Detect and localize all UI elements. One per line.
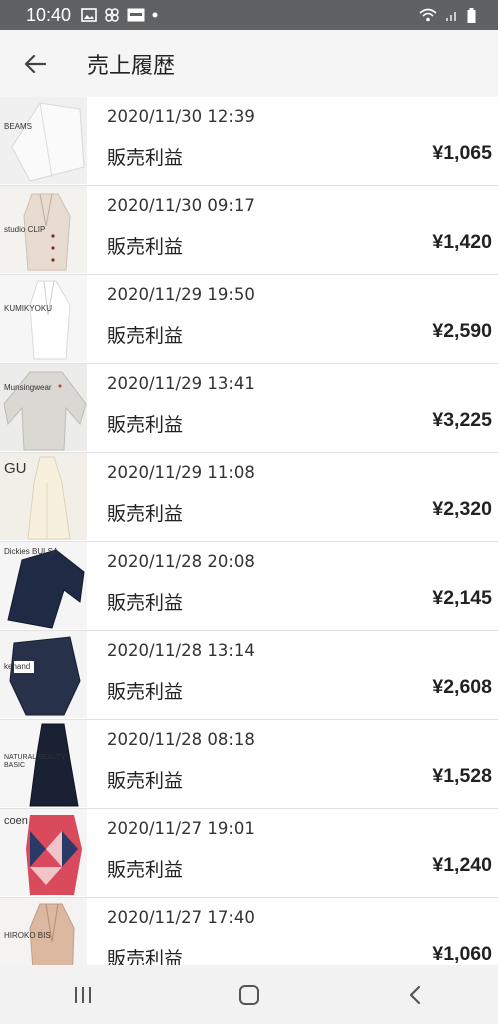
sale-label: 販売利益 (107, 948, 184, 965)
sale-price: ¥2,608 (432, 676, 492, 698)
list-item[interactable]: NATURAL BEAUTY BASIC 2020/11/28 08:18 販売… (0, 720, 498, 809)
wifi-icon (419, 8, 437, 22)
brand-tag: Dickies BULSA (4, 547, 59, 556)
sale-label: 販売利益 (107, 325, 184, 347)
sale-date: 2020/11/30 09:17 (107, 196, 255, 215)
list-item[interactable]: coen 2020/11/27 19:01 販売利益 ¥1,240 (0, 809, 498, 898)
item-thumbnail: KUMIKYOKU (0, 275, 87, 362)
brand-tag: kehand (4, 662, 31, 671)
sale-label: 販売利益 (107, 681, 184, 703)
sale-label: 販売利益 (107, 236, 184, 258)
sale-date: 2020/11/28 08:18 (107, 730, 255, 749)
item-thumbnail: GU (0, 453, 87, 540)
garment-image (0, 364, 87, 451)
recents-button[interactable] (53, 975, 113, 1015)
brand-tag: studio CLIP (4, 225, 46, 234)
sale-price: ¥1,420 (432, 231, 492, 253)
garment-image (0, 97, 87, 184)
brand-tag: HIROKO BIS (4, 931, 51, 940)
notification-icons (81, 7, 158, 23)
nav-back-button[interactable] (385, 975, 445, 1015)
item-thumbnail: HIROKO BIS (0, 898, 87, 965)
sale-price: ¥1,060 (432, 943, 492, 965)
brand-tag: KUMIKYOKU (4, 304, 53, 313)
sale-label: 販売利益 (107, 503, 184, 525)
app-badge-icon (127, 8, 145, 22)
sale-price: ¥2,145 (432, 587, 492, 609)
sale-price: ¥1,240 (432, 854, 492, 876)
sale-price: ¥2,320 (432, 498, 492, 520)
home-button[interactable] (219, 975, 279, 1015)
brand-tag: coen (4, 815, 28, 827)
home-icon (239, 984, 259, 1005)
sale-price: ¥2,590 (432, 320, 492, 342)
sale-price: ¥3,225 (432, 409, 492, 431)
recents-icon (75, 986, 91, 1003)
signal-icon (446, 12, 456, 21)
list-item[interactable]: KUMIKYOKU 2020/11/29 19:50 販売利益 ¥2,590 (0, 275, 498, 364)
sale-date: 2020/11/28 20:08 (107, 552, 255, 571)
sale-date: 2020/11/30 12:39 (107, 107, 255, 126)
brand-tag: NATURAL BEAUTY BASIC (4, 754, 66, 769)
dot-icon (152, 12, 158, 18)
arrow-left-icon (24, 54, 46, 73)
list-item[interactable]: Dickies BULSA 2020/11/28 20:08 販売利益 ¥2,1… (0, 542, 498, 631)
sale-date: 2020/11/28 13:14 (107, 641, 255, 660)
status-bar: 10:40 (0, 0, 498, 30)
sale-date: 2020/11/29 19:50 (107, 285, 255, 304)
system-nav-bar (0, 965, 498, 1024)
image-icon (81, 8, 97, 22)
sale-label: 販売利益 (107, 414, 184, 436)
brand-tag: GU (4, 460, 27, 477)
sale-label: 販売利益 (107, 859, 184, 881)
sale-price: ¥1,528 (432, 765, 492, 787)
item-thumbnail: Dickies BULSA (0, 542, 87, 629)
page-title: 売上履歴 (87, 53, 176, 79)
list-item[interactable]: kehand 2020/11/28 13:14 販売利益 ¥2,608 (0, 631, 498, 720)
sale-price: ¥1,065 (432, 142, 492, 164)
item-thumbnail: studio CLIP (0, 186, 87, 273)
sale-date: 2020/11/27 19:01 (107, 819, 255, 838)
back-icon (409, 985, 421, 1004)
list-item[interactable]: BEAMS 2020/11/30 12:39 販売利益 ¥1,065 (0, 97, 498, 186)
list-item[interactable]: GU 2020/11/29 11:08 販売利益 ¥2,320 (0, 453, 498, 542)
item-thumbnail: kehand (0, 631, 87, 718)
sale-date: 2020/11/29 11:08 (107, 463, 255, 482)
list-item[interactable]: studio CLIP 2020/11/30 09:17 販売利益 ¥1,420 (0, 186, 498, 275)
sale-label: 販売利益 (107, 770, 184, 792)
item-thumbnail: Munsingwear (0, 364, 87, 451)
sales-history-list: BEAMS 2020/11/30 12:39 販売利益 ¥1,065 studi… (0, 97, 498, 965)
garment-image (0, 275, 87, 362)
back-button[interactable] (20, 49, 50, 79)
sale-label: 販売利益 (107, 592, 184, 614)
battery-icon (467, 7, 476, 23)
item-thumbnail: BEAMS (0, 97, 87, 184)
item-thumbnail: coen (0, 809, 87, 896)
sale-date: 2020/11/29 13:41 (107, 374, 255, 393)
sale-label: 販売利益 (107, 147, 184, 169)
brand-tag: Munsingwear (4, 383, 52, 392)
item-thumbnail: NATURAL BEAUTY BASIC (0, 720, 87, 807)
sale-date: 2020/11/27 17:40 (107, 908, 255, 927)
list-item[interactable]: Munsingwear 2020/11/29 13:41 販売利益 ¥3,225 (0, 364, 498, 453)
list-item[interactable]: HIROKO BIS 2020/11/27 17:40 販売利益 ¥1,060 (0, 898, 498, 965)
brand-tag: BEAMS (4, 122, 33, 131)
app-bar: 売上履歴 (0, 30, 498, 97)
status-time: 10:40 (26, 4, 72, 25)
garment-image (0, 631, 87, 718)
pinwheel-icon (105, 8, 119, 22)
